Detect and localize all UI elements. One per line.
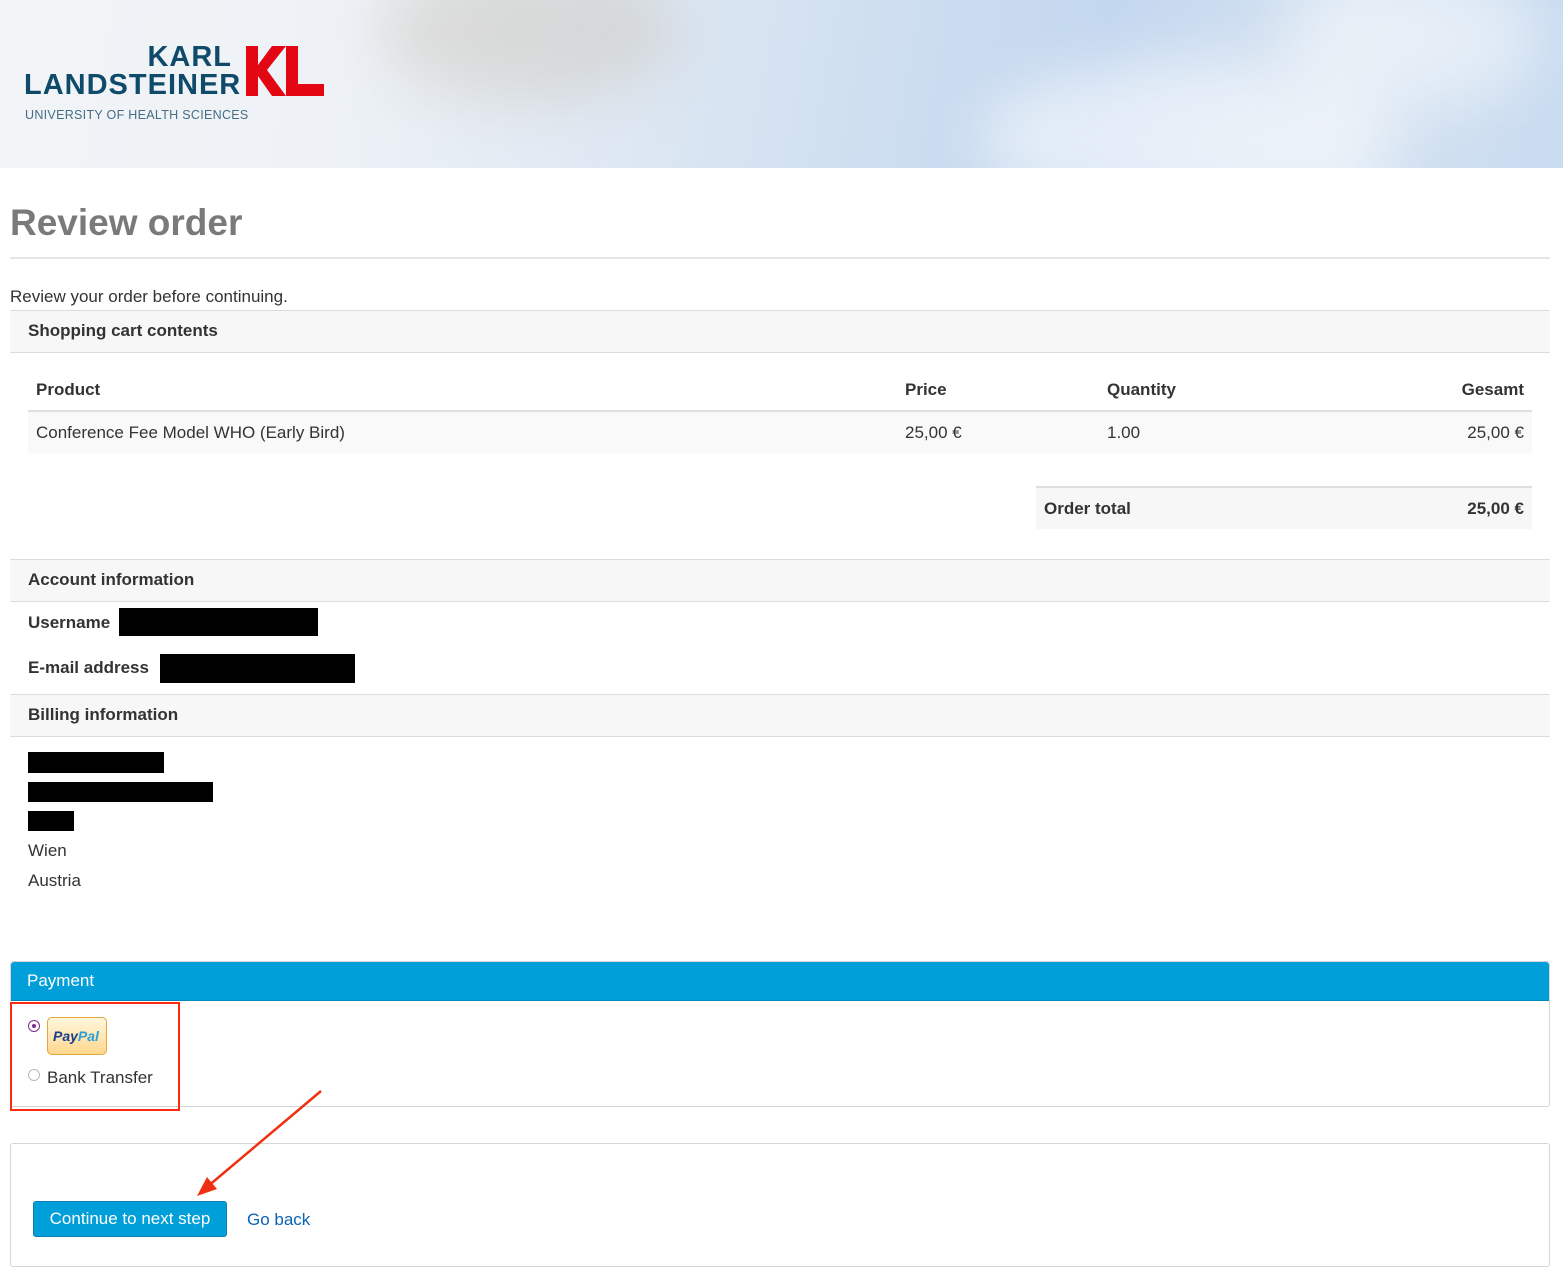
go-back-link[interactable]: Go back bbox=[247, 1210, 310, 1230]
cell-price: 25,00 € bbox=[905, 423, 962, 442]
column-header-quantity: Quantity bbox=[1107, 380, 1176, 399]
payment-title: Payment bbox=[27, 971, 95, 990]
payment-header: Payment bbox=[11, 962, 1549, 1001]
logo-line-karl: KARL bbox=[147, 41, 232, 73]
cell-quantity: 1.00 bbox=[1107, 423, 1141, 442]
cart-section-title: Shopping cart contents bbox=[28, 321, 218, 340]
billing-section-title: Billing information bbox=[28, 705, 179, 724]
redacted-billing-zip bbox=[28, 811, 74, 831]
payment-panel: Payment PayPal Bank Transfer bbox=[10, 961, 1550, 1107]
column-header-total: Gesamt bbox=[1461, 380, 1524, 399]
continue-button[interactable]: Continue to next step bbox=[33, 1201, 227, 1237]
logo-line-landsteiner: LANDSTEINER bbox=[24, 69, 242, 101]
university-logo[interactable]: KARL LANDSTEINER UNIVERSITY OF HEALTH SC… bbox=[24, 42, 334, 126]
header-banner: KARL LANDSTEINER UNIVERSITY OF HEALTH SC… bbox=[0, 0, 1563, 168]
redacted-email bbox=[160, 654, 355, 683]
cell-product: Conference Fee Model WHO (Early Bird) bbox=[36, 423, 345, 442]
kl-logo-mark-icon bbox=[246, 46, 324, 96]
billing-section-header: Billing information bbox=[10, 694, 1550, 737]
billing-country: Austria bbox=[28, 871, 81, 890]
cell-total: 25,00 € bbox=[1467, 423, 1524, 442]
page-title: Review order bbox=[10, 202, 243, 243]
table-row: Conference Fee Model WHO (Early Bird) 25… bbox=[28, 412, 1532, 453]
column-header-product: Product bbox=[36, 380, 101, 399]
account-section-title: Account information bbox=[28, 570, 195, 589]
actions-panel: Continue to next step Go back bbox=[10, 1143, 1550, 1267]
order-total-value: 25,00 € bbox=[1467, 499, 1524, 518]
redacted-username bbox=[119, 608, 318, 636]
order-total-label: Order total bbox=[1044, 499, 1131, 518]
redacted-billing-street bbox=[28, 782, 213, 802]
redacted-billing-name bbox=[28, 752, 164, 773]
cart-section-header: Shopping cart contents bbox=[10, 310, 1550, 353]
title-divider bbox=[10, 257, 1550, 259]
order-total-row: Order total 25,00 € bbox=[1036, 486, 1532, 529]
intro-text: Review your order before continuing. bbox=[10, 287, 288, 306]
email-label: E-mail address bbox=[28, 658, 149, 677]
account-section-header: Account information bbox=[10, 559, 1550, 602]
username-label: Username bbox=[28, 613, 111, 632]
column-header-price: Price bbox=[905, 380, 947, 399]
annotation-highlight-box bbox=[10, 1002, 180, 1111]
logo-line-subtitle: UNIVERSITY OF HEALTH SCIENCES bbox=[25, 108, 249, 122]
banner-cloud bbox=[380, 0, 680, 100]
billing-city: Wien bbox=[28, 841, 67, 860]
